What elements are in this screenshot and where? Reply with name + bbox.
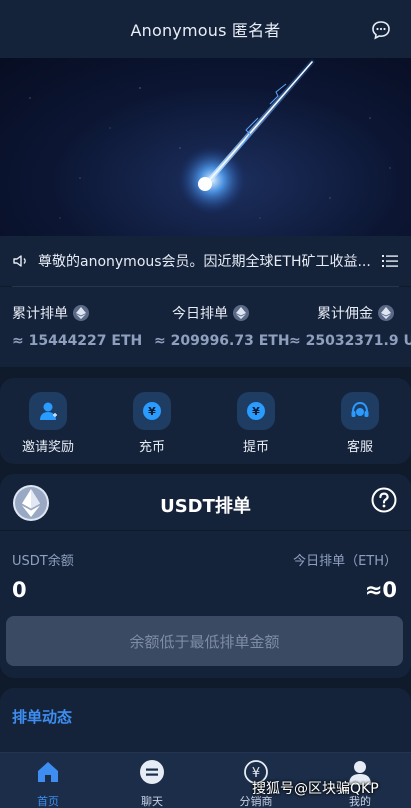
quick-action-label: 提币 [242, 440, 269, 455]
section-title: 排单动态 [12, 708, 73, 726]
quick-action-label: 邀请奖励 [21, 440, 74, 455]
app-header: Anonymous 匿名者 [0, 0, 411, 58]
customer-service-button[interactable]: 客服 [320, 392, 400, 455]
chat-bubble-icon[interactable] [371, 20, 391, 40]
list-icon[interactable] [381, 253, 399, 269]
divider [0, 530, 411, 531]
stats-panel: 累计排单 ≈ 15444227 ETH 今日排单 ≈ 209996.73 ETH… [0, 287, 411, 367]
banner-image [0, 58, 411, 236]
quick-actions: 邀请奖励 ¥ 充币 ¥ 提币 客服 [0, 378, 411, 464]
meteor-illustration [29, 59, 391, 219]
balance-label: USDT余额 [12, 554, 74, 569]
svg-text:¥: ¥ [148, 405, 156, 418]
withdraw-icon: ¥ [237, 392, 275, 430]
speaker-icon [13, 255, 26, 267]
announcement-text: 尊敬的anonymous会员。因近期全球ETH矿工收益... [38, 254, 371, 270]
tab-label: 首页 [37, 795, 59, 808]
withdraw-button[interactable]: ¥ 提币 [216, 392, 296, 455]
deposit-icon: ¥ [133, 392, 171, 430]
eth-icon [378, 305, 394, 321]
user-add-icon [29, 392, 67, 430]
eth-icon [233, 305, 249, 321]
headset-icon [341, 392, 379, 430]
stat-value: ≈ 15444227 ETH [12, 333, 143, 349]
chat-icon [140, 760, 164, 784]
today-order-label: 今日排单（ETH） [293, 554, 397, 569]
order-feed-section: 排单动态 [0, 688, 411, 752]
stat-label: 今日排单 [172, 306, 228, 322]
stat-value: ≈ 209996.73 ETH [154, 333, 290, 349]
eth-icon [73, 305, 89, 321]
announcement-bar[interactable]: 尊敬的anonymous会员。因近期全球ETH矿工收益... [0, 236, 411, 286]
invite-reward-button[interactable]: 邀请奖励 [8, 392, 88, 455]
tab-home[interactable]: 首页 [13, 759, 83, 808]
balance-value: 0 [12, 578, 27, 602]
today-order-value: ≈0 [364, 578, 397, 602]
svg-text:¥: ¥ [252, 405, 260, 418]
tab-chat[interactable]: 聊天 [117, 759, 187, 808]
deposit-button[interactable]: ¥ 充币 [112, 392, 192, 455]
place-order-button[interactable]: 余额低于最低排单金额 [6, 616, 403, 666]
stat-label: 累计排单 [12, 306, 68, 322]
tab-label: 聊天 [141, 795, 163, 808]
home-icon [38, 762, 58, 782]
stat-value: ≈ 25032371.9 U [289, 333, 411, 349]
help-icon[interactable] [371, 487, 397, 513]
stat-label: 累计佣金 [317, 306, 373, 322]
card-title: USDT排单 [160, 496, 251, 517]
quick-action-label: 客服 [346, 440, 373, 455]
watermark-text: 搜狐号@区块骗QKP [252, 781, 379, 797]
usdt-order-card: USDT排单 USDT余额 0 今日排单（ETH） ≈0 余额低于最低排单金额 [0, 474, 411, 678]
page-title: Anonymous 匿名者 [130, 21, 281, 40]
quick-action-label: 充币 [138, 440, 165, 455]
